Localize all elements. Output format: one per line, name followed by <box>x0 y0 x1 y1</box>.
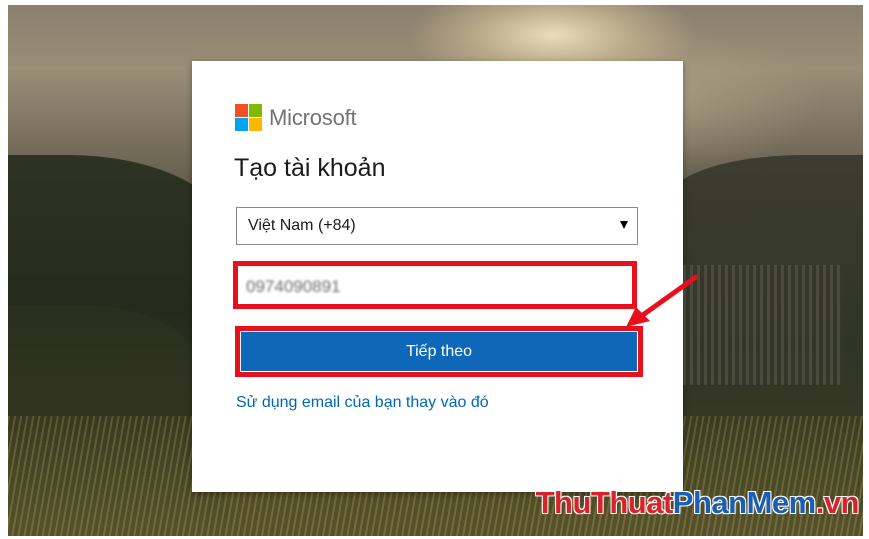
caret-down-icon <box>620 221 628 229</box>
country-code-select[interactable]: Việt Nam (+84) <box>236 207 638 245</box>
next-button-highlight: Tiếp theo <box>235 326 643 377</box>
logo-blue-square <box>235 118 248 131</box>
microsoft-brand: Microsoft <box>235 104 357 131</box>
watermark-part-2: PhanMem <box>672 485 816 520</box>
use-email-instead-link[interactable]: Sử dụng email của bạn thay vào đó <box>236 394 489 412</box>
red-arrow-pointer-icon <box>626 274 699 327</box>
next-button[interactable]: Tiếp theo <box>241 332 637 371</box>
watermark-part-1: ThuThuat <box>535 485 674 520</box>
site-watermark: ThuThuatPhanMem.vn <box>535 485 860 521</box>
screenshot-stage: Microsoft Tạo tài khoản Việt Nam (+84) T… <box>0 0 869 539</box>
page-title: Tạo tài khoản <box>234 154 386 182</box>
logo-yellow-square <box>249 118 262 131</box>
phone-number-input[interactable] <box>246 276 626 298</box>
brand-name: Microsoft <box>269 104 357 130</box>
logo-red-square <box>235 104 248 117</box>
phone-field-highlight <box>233 261 637 309</box>
logo-green-square <box>249 104 262 117</box>
watermark-part-3: .vn <box>815 485 860 520</box>
microsoft-logo-icon <box>235 104 262 131</box>
country-code-value: Việt Nam (+84) <box>248 217 356 234</box>
